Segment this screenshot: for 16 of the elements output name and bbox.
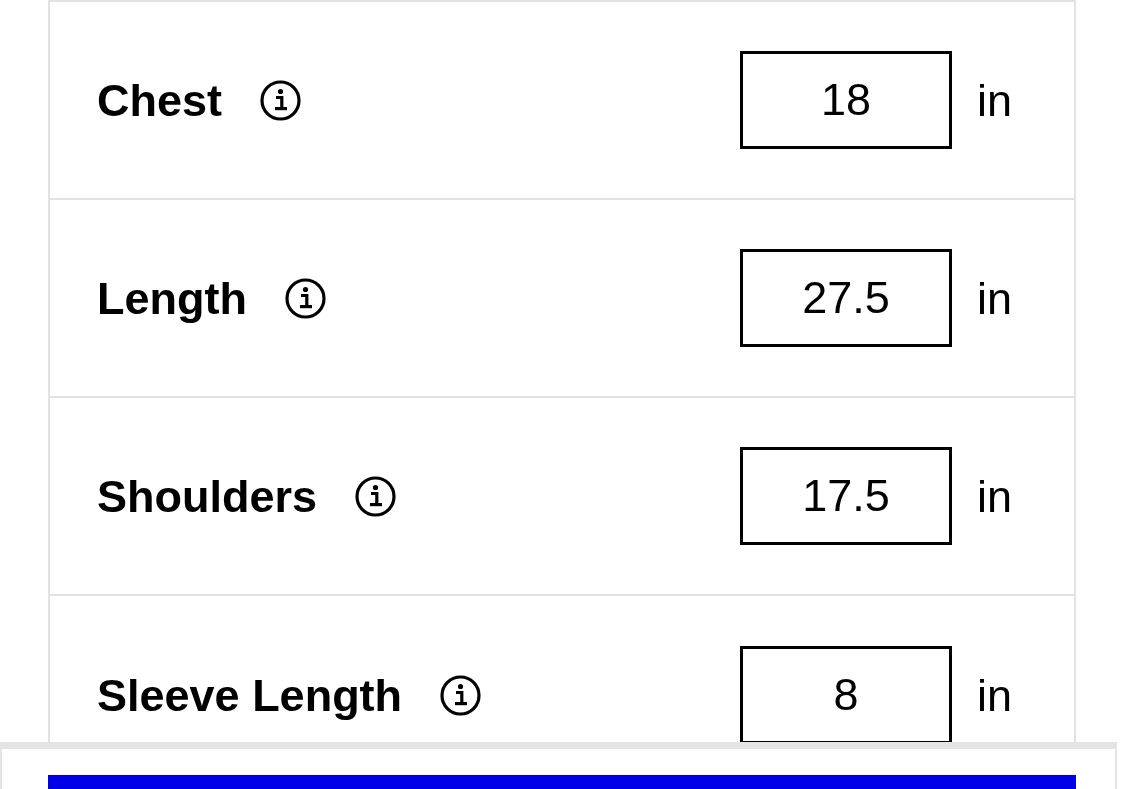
unit-label: in <box>976 672 1012 718</box>
measurement-field[interactable]: 18 <box>739 51 952 149</box>
info-icon[interactable] <box>355 475 397 517</box>
measurement-label: Sleeve Length <box>97 672 403 718</box>
measurement-field[interactable]: 27.5 <box>739 249 952 347</box>
measurement-label: Chest <box>97 77 223 123</box>
unit-label: in <box>976 275 1012 321</box>
measurement-label: Length <box>97 275 247 321</box>
info-icon[interactable] <box>260 79 302 121</box>
measurement-field[interactable]: 17.5 <box>739 447 952 545</box>
unit-label: in <box>976 473 1012 519</box>
info-icon[interactable] <box>440 674 482 716</box>
measurement-label: Shoulders <box>97 473 318 519</box>
info-icon[interactable] <box>284 277 326 319</box>
unit-label: in <box>976 77 1012 123</box>
measurement-field[interactable]: 8 <box>739 646 952 742</box>
